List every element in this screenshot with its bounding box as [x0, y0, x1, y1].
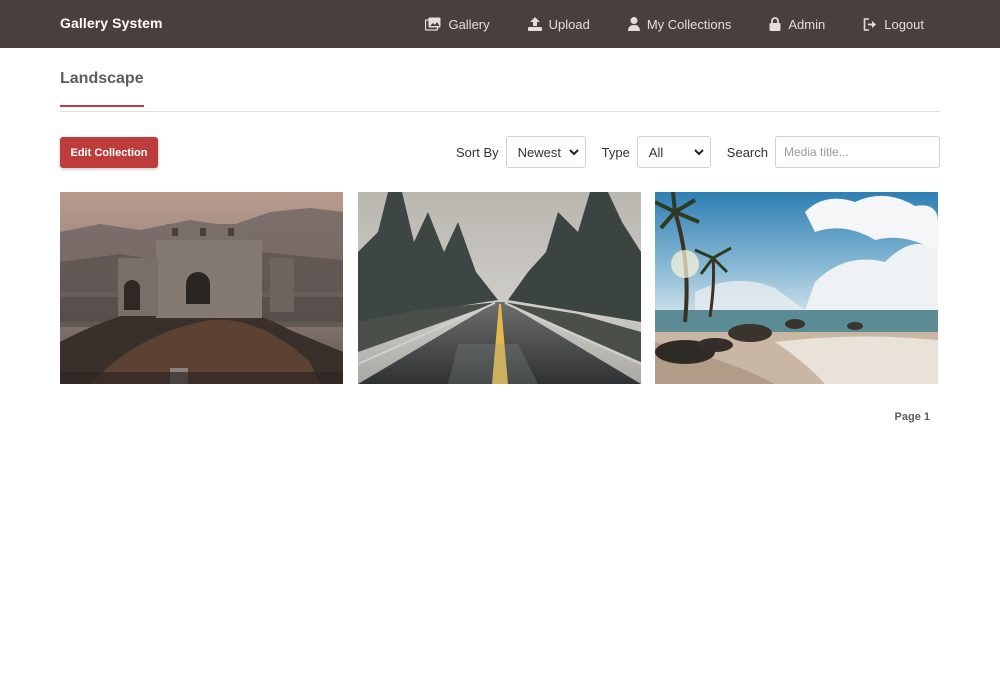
sort-select[interactable]: Newest [505, 136, 586, 168]
media-thumbnail-road[interactable] [358, 192, 641, 384]
images-icon [425, 17, 441, 31]
nav-gallery[interactable]: Gallery [425, 16, 490, 32]
type-label: Type [601, 144, 630, 160]
nav-my-collections[interactable]: My Collections [627, 16, 732, 32]
sort-select-value: Newest [517, 144, 561, 160]
nav-admin[interactable]: Admin [769, 17, 825, 32]
nav-upload[interactable]: Upload [527, 16, 590, 32]
type-select-value: All [648, 144, 664, 160]
nav-logout-label: Logout [884, 16, 924, 32]
nav-links: Gallery Upload My Collections Admin Logo… [425, 0, 924, 48]
search-label: Search [726, 144, 768, 160]
media-thumbnail-ruins[interactable] [60, 192, 343, 384]
chevron-down-icon [694, 149, 704, 156]
nav-admin-label: Admin [788, 16, 826, 32]
media-thumbnail-beach[interactable] [655, 192, 938, 384]
sort-by-label: Sort By [455, 144, 499, 160]
nav-upload-label: Upload [548, 16, 590, 32]
photo-road [358, 192, 641, 384]
filter-bar: Sort By Newest Type All Search [456, 136, 940, 168]
photo-beach [655, 192, 938, 384]
tab-collection-landscape[interactable]: Landscape [60, 70, 144, 107]
chevron-down-icon [568, 149, 579, 156]
search-input[interactable] [775, 136, 940, 168]
nav-logout[interactable]: Logout [863, 17, 924, 32]
logout-icon [863, 17, 877, 31]
collection-tabs: Landscape [60, 48, 940, 112]
top-navbar: Gallery System Gallery Upload My Collect… [0, 0, 1000, 48]
page-indicator: Page 1 [894, 411, 930, 423]
upload-icon [527, 17, 542, 31]
edit-collection-button[interactable]: Edit Collection [60, 137, 158, 168]
lock-icon [769, 17, 781, 31]
brand-title[interactable]: Gallery System [60, 15, 163, 31]
type-select[interactable]: All [636, 136, 711, 168]
photo-ruins [60, 192, 343, 384]
nav-gallery-label: Gallery [448, 16, 490, 32]
nav-my-collections-label: My Collections [646, 16, 732, 32]
user-icon [627, 17, 640, 31]
